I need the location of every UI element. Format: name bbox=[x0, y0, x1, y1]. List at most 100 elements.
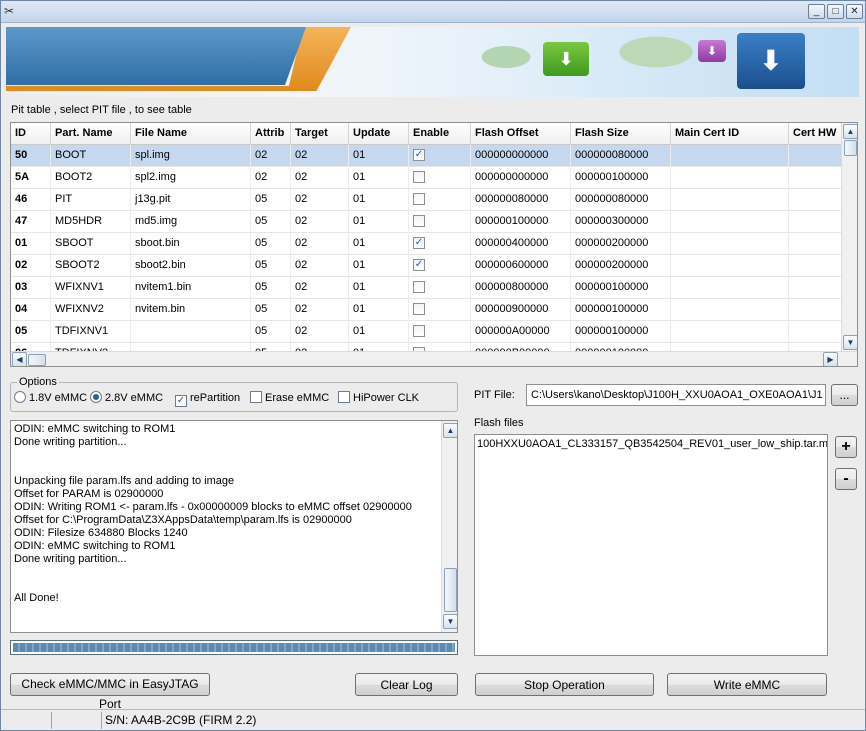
hipower-clk-checkbox[interactable]: HiPower CLK bbox=[338, 391, 419, 405]
radio-2-8v[interactable]: 2.8V eMMC bbox=[90, 391, 163, 405]
radio-2-8v-indicator[interactable] bbox=[90, 391, 102, 403]
log-line: ODIN: Writing ROM1 <- param.lfs - 0x0000… bbox=[14, 501, 412, 513]
options-group: Options 1.8V eMMC 2.8V eMMC ✓ rePartition… bbox=[10, 376, 458, 412]
hipower-clk-checkbox-box[interactable] bbox=[338, 391, 350, 403]
column-header[interactable]: ID bbox=[11, 123, 51, 145]
column-header[interactable]: Update bbox=[349, 123, 409, 145]
repartition-checkbox[interactable]: ✓ rePartition bbox=[175, 391, 241, 407]
table-row[interactable]: 5A BOOT2 spl2.img 02 02 01 000000000000 0000001… bbox=[11, 167, 857, 189]
table-cell: nvitem.bin bbox=[131, 299, 251, 321]
table-cell: 000000200000 bbox=[571, 233, 671, 255]
column-header[interactable]: File Name bbox=[131, 123, 251, 145]
scroll-right-button[interactable]: ▶ bbox=[823, 352, 838, 366]
radio-1-8v[interactable]: 1.8V eMMC bbox=[14, 391, 87, 405]
log-scroll-up-button[interactable]: ▲ bbox=[443, 423, 457, 438]
app-icon: ✂ bbox=[4, 4, 15, 18]
pit-horizontal-scrollbar[interactable]: ◀ ▶ bbox=[11, 351, 857, 366]
log-vertical-scrollbar[interactable]: ▲ ▼ bbox=[441, 421, 457, 632]
enable-checkbox[interactable] bbox=[413, 281, 425, 293]
table-cell: 02 bbox=[251, 167, 291, 189]
title-bar[interactable]: ✂ _ □ ✕ bbox=[1, 1, 865, 23]
radio-1-8v-indicator[interactable] bbox=[14, 391, 26, 403]
remove-flash-file-button[interactable]: - bbox=[835, 468, 857, 490]
table-cell: 01 bbox=[349, 167, 409, 189]
column-header[interactable]: Flash Offset bbox=[471, 123, 571, 145]
pit-vertical-scrollbar[interactable]: ▲ ▼ bbox=[841, 123, 857, 351]
pit-browse-button[interactable]: ... bbox=[831, 384, 858, 406]
table-row[interactable]: 47 MD5HDR md5.img 05 02 01 000000100000 0000003… bbox=[11, 211, 857, 233]
enable-checkbox[interactable]: ✓ bbox=[413, 259, 425, 271]
enable-cell: ✓ bbox=[409, 255, 471, 277]
log-panel[interactable]: ODIN: eMMC switching to ROM1 Done writing… bbox=[10, 420, 458, 633]
table-row[interactable]: 04 WFIXNV2 nvitem.bin 05 02 01 000000900000 000… bbox=[11, 299, 857, 321]
table-cell: 05 bbox=[251, 211, 291, 233]
erase-emmc-checkbox-box[interactable] bbox=[250, 391, 262, 403]
table-cell: 000000800000 bbox=[471, 277, 571, 299]
enable-cell bbox=[409, 189, 471, 211]
enable-checkbox[interactable] bbox=[413, 215, 425, 227]
column-header[interactable]: Main Cert ID bbox=[671, 123, 789, 145]
table-row[interactable]: 02 SBOOT2 sboot2.bin 05 02 01 ✓ 000000600000 000… bbox=[11, 255, 857, 277]
table-cell: nvitem1.bin bbox=[131, 277, 251, 299]
pit-table[interactable]: ID Part. Name File Name Attrib Target Update E… bbox=[10, 122, 858, 367]
erase-emmc-checkbox[interactable]: Erase eMMC bbox=[250, 391, 329, 405]
enable-cell bbox=[409, 299, 471, 321]
table-cell bbox=[671, 211, 789, 233]
progress-bar bbox=[10, 640, 458, 655]
maximize-button[interactable]: □ bbox=[827, 4, 844, 19]
table-cell bbox=[671, 233, 789, 255]
table-cell: 000000080000 bbox=[571, 145, 671, 167]
table-row[interactable]: 50 BOOT spl.img 02 02 01 ✓ 000000000000 00000008… bbox=[11, 145, 857, 167]
log-scroll-thumb[interactable] bbox=[444, 568, 457, 612]
log-line: Done writing partition... bbox=[14, 553, 127, 565]
table-row[interactable]: 01 SBOOT sboot.bin 05 02 01 ✓ 000000400000 00000… bbox=[11, 233, 857, 255]
enable-checkbox[interactable] bbox=[413, 325, 425, 337]
enable-checkbox[interactable]: ✓ bbox=[413, 149, 425, 161]
table-cell: 000000000000 bbox=[471, 167, 571, 189]
column-header[interactable]: Part. Name bbox=[51, 123, 131, 145]
flash-files-list[interactable]: 100HXXU0AOA1_CL333157_QB3542504_REV01_us… bbox=[474, 434, 828, 656]
minimize-button[interactable]: _ bbox=[808, 4, 825, 19]
add-flash-file-button[interactable]: + bbox=[835, 436, 857, 458]
scroll-thumb[interactable] bbox=[844, 140, 857, 156]
log-scroll-down-button[interactable]: ▼ bbox=[443, 614, 457, 629]
table-cell: SBOOT2 bbox=[51, 255, 131, 277]
check-emmc-button[interactable]: Check eMMC/MMC in EasyJTAG Port bbox=[10, 673, 210, 711]
enable-cell: ✓ bbox=[409, 233, 471, 255]
table-cell: MD5HDR bbox=[51, 211, 131, 233]
close-button[interactable]: ✕ bbox=[846, 4, 863, 19]
table-row[interactable]: 03 WFIXNV1 nvitem1.bin 05 02 01 000000800000 00… bbox=[11, 277, 857, 299]
table-cell: 47 bbox=[11, 211, 51, 233]
column-header[interactable]: Target bbox=[291, 123, 349, 145]
table-cell: 01 bbox=[349, 233, 409, 255]
log-line: ODIN: Filesize 634880 Blocks 1240 bbox=[14, 527, 188, 539]
scroll-down-button[interactable]: ▼ bbox=[843, 335, 857, 350]
enable-checkbox[interactable] bbox=[413, 303, 425, 315]
table-row[interactable]: 05 TDFIXNV1 05 02 01 000000A00000 000000100000 bbox=[11, 321, 857, 343]
enable-checkbox[interactable] bbox=[413, 171, 425, 183]
column-header[interactable]: Flash Size bbox=[571, 123, 671, 145]
clear-log-button[interactable]: Clear Log bbox=[355, 673, 458, 696]
write-emmc-button[interactable]: Write eMMC bbox=[667, 673, 827, 696]
table-cell: PIT bbox=[51, 189, 131, 211]
column-header[interactable]: Attrib bbox=[251, 123, 291, 145]
flash-file-item[interactable]: 100HXXU0AOA1_CL333157_QB3542504_REV01_us… bbox=[477, 438, 827, 450]
repartition-label: rePartition bbox=[190, 392, 241, 404]
enable-checkbox[interactable] bbox=[413, 193, 425, 205]
scroll-left-button[interactable]: ◀ bbox=[12, 352, 27, 366]
repartition-checkbox-box[interactable]: ✓ bbox=[175, 395, 187, 407]
stop-operation-button[interactable]: Stop Operation bbox=[475, 673, 654, 696]
hipower-clk-label: HiPower CLK bbox=[353, 392, 420, 404]
table-cell: 01 bbox=[349, 299, 409, 321]
table-cell: 000000100000 bbox=[471, 211, 571, 233]
pit-file-path-field[interactable]: C:\Users\kano\Desktop\J100H_XXU0AOA1_OXE… bbox=[526, 384, 826, 406]
scroll-up-button[interactable]: ▲ bbox=[843, 124, 857, 139]
table-cell: 05 bbox=[11, 321, 51, 343]
enable-checkbox[interactable]: ✓ bbox=[413, 237, 425, 249]
column-header[interactable]: Enable bbox=[409, 123, 471, 145]
download-purple-icon: ⬇ bbox=[698, 40, 726, 62]
table-row[interactable]: 46 PIT j13g.pit 05 02 01 000000080000 000000080… bbox=[11, 189, 857, 211]
scroll-thumb-horizontal[interactable] bbox=[28, 354, 46, 366]
table-cell bbox=[671, 189, 789, 211]
